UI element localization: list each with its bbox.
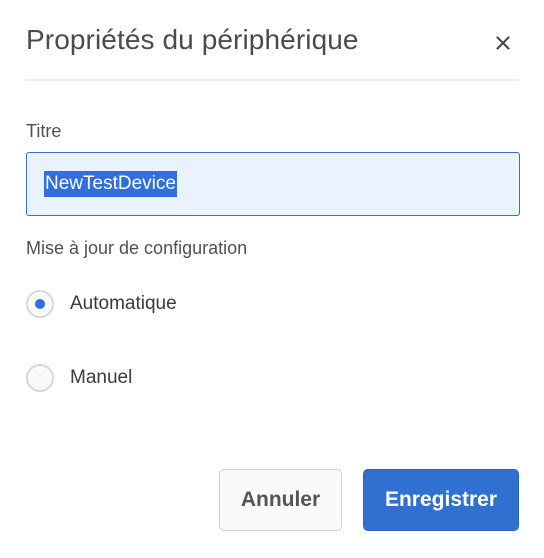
radio-manual-label: Manuel xyxy=(70,367,133,388)
close-icon xyxy=(496,36,510,50)
radio-automatic-circle[interactable] xyxy=(26,290,54,318)
radio-automatic-label: Automatique xyxy=(70,293,177,314)
save-button[interactable]: Enregistrer xyxy=(363,469,519,531)
close-button[interactable] xyxy=(488,28,518,58)
config-update-label: Mise à jour de configuration xyxy=(26,238,248,258)
radio-selected-dot xyxy=(35,299,45,309)
cancel-button[interactable]: Annuler xyxy=(219,469,342,531)
title-field-label: Titre xyxy=(26,121,62,141)
title-input[interactable]: NewTestDevice xyxy=(26,152,520,216)
radio-manual-circle[interactable] xyxy=(26,364,54,392)
radio-manual[interactable]: Manuel xyxy=(26,364,132,392)
dialog-title: Propriétés du périphérique xyxy=(26,24,359,55)
header-divider xyxy=(26,79,518,81)
title-input-value: NewTestDevice xyxy=(44,171,177,197)
device-properties-dialog: Propriétés du périphérique Titre NewTest… xyxy=(0,0,544,558)
radio-automatic[interactable]: Automatique xyxy=(26,290,177,318)
